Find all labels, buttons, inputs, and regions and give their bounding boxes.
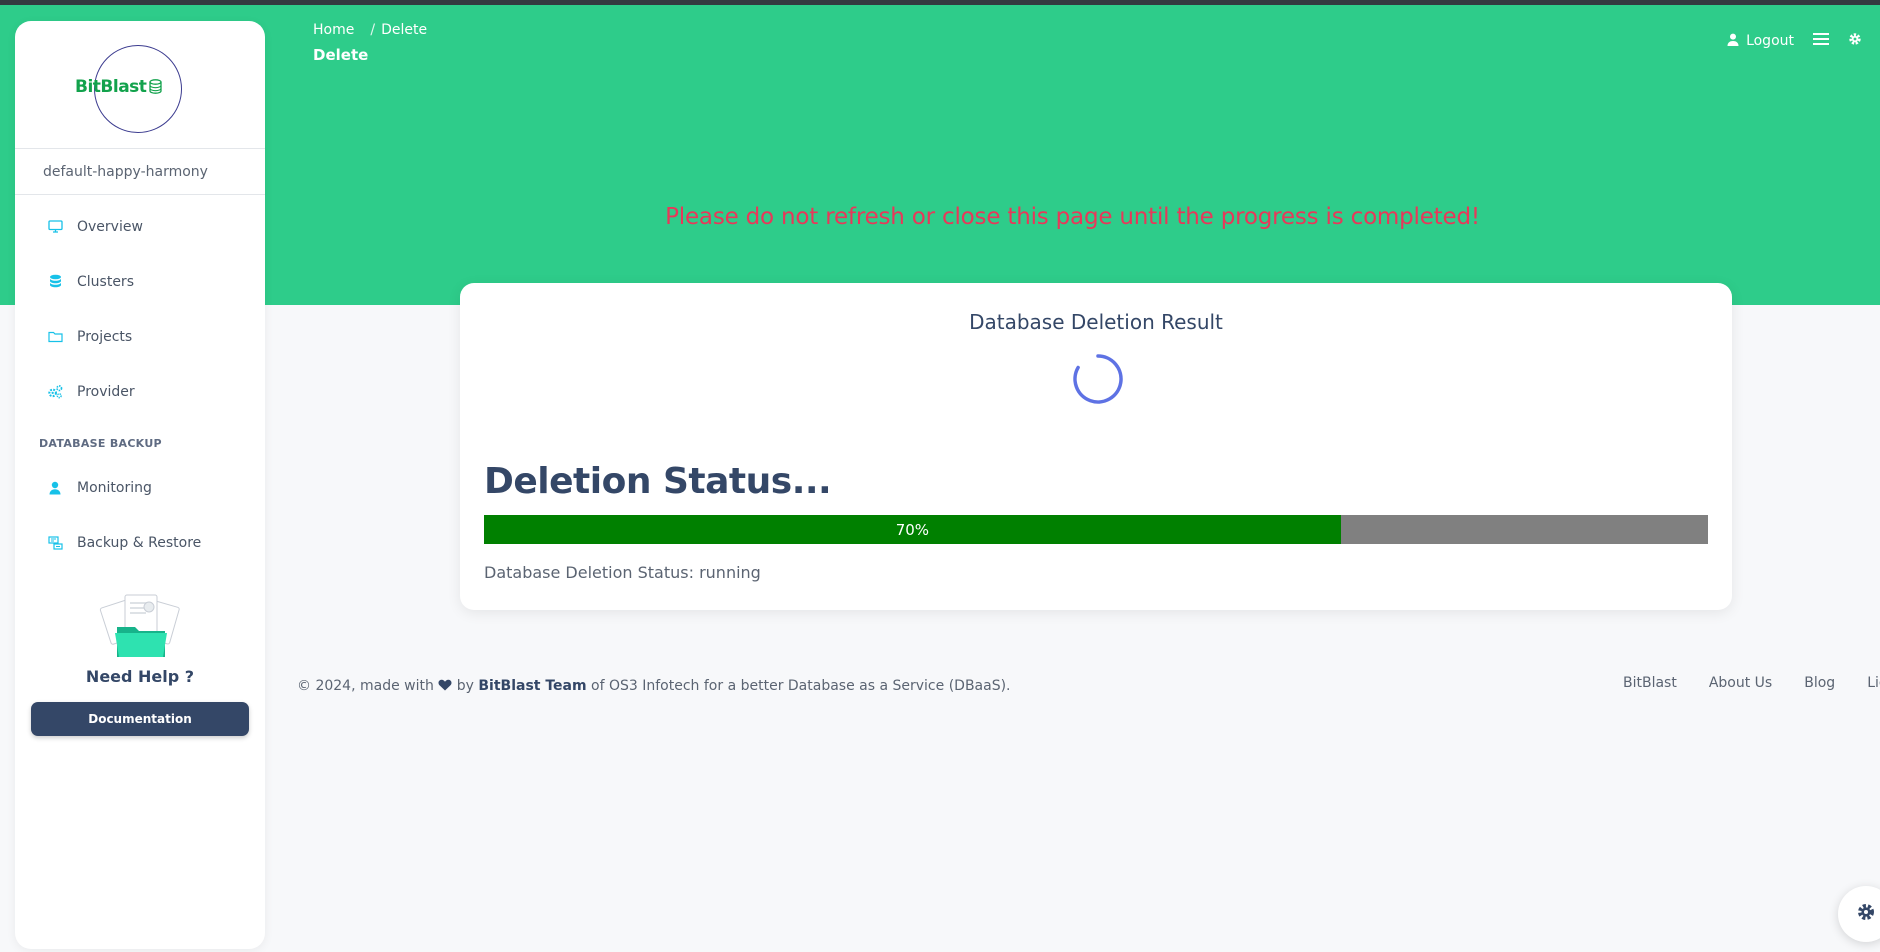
sidebar-nav: Overview Clusters Projects Provider — [15, 195, 265, 419]
progress-fill: 70% — [484, 515, 1341, 544]
backup-nav: Monitoring Backup & Restore — [15, 460, 265, 570]
page-title: Delete — [313, 46, 369, 64]
logout-link[interactable]: Logout — [1727, 33, 1794, 50]
footer-link-license[interactable]: License — [1867, 675, 1880, 691]
documentation-button[interactable]: Documentation — [31, 702, 249, 736]
sidebar-item-backup-restore[interactable]: Backup & Restore — [15, 515, 265, 570]
heart-icon — [438, 678, 452, 694]
folder-icon — [47, 329, 63, 345]
footer-link-bitblast[interactable]: BitBlast — [1623, 675, 1677, 691]
section-title-database-backup: DATABASE BACKUP — [39, 437, 162, 450]
loading-spinner — [1070, 351, 1126, 407]
database-icon — [47, 274, 63, 290]
footer-link-blog[interactable]: Blog — [1804, 675, 1835, 691]
sidebar: BitBlast default-happy-harmony Overview … — [15, 21, 265, 949]
hamburger-menu-icon[interactable] — [1812, 32, 1830, 50]
workspace-name[interactable]: default-happy-harmony — [15, 149, 265, 195]
breadcrumb: Home / Delete — [313, 22, 427, 38]
configurator-button[interactable] — [1838, 886, 1880, 942]
sidebar-item-label: Provider — [77, 383, 135, 400]
brand-logo[interactable]: BitBlast — [15, 21, 265, 149]
settings-gear-icon[interactable] — [1848, 32, 1862, 50]
sidebar-item-label: Projects — [77, 328, 133, 345]
user-icon — [1727, 33, 1739, 50]
footer-team-link[interactable]: BitBlast Team — [478, 678, 586, 694]
help-card: Need Help ? Documentation — [15, 593, 265, 736]
card-title: Database Deletion Result — [969, 310, 1223, 334]
footer-copyright: © 2024, made with by BitBlast Team of OS… — [297, 678, 1011, 694]
sidebar-item-projects[interactable]: Projects — [15, 309, 265, 364]
footer-copyright-prefix: © 2024, made with — [297, 678, 434, 694]
backup-icon — [47, 535, 63, 551]
progress-label: 70% — [895, 520, 930, 539]
warning-message: Please do not refresh or close this page… — [665, 204, 1480, 230]
footer-by: by — [456, 678, 474, 694]
deletion-status-heading: Deletion Status... — [484, 461, 832, 502]
breadcrumb-separator: / — [370, 22, 376, 38]
deletion-status-text: Database Deletion Status: running — [484, 563, 761, 582]
logout-label: Logout — [1746, 33, 1794, 49]
header-background — [0, 5, 1880, 305]
help-title: Need Help ? — [85, 667, 195, 686]
footer-links: BitBlast About Us Blog License — [1623, 675, 1880, 691]
documents-folder-illustration — [95, 593, 185, 659]
sidebar-item-label: Clusters — [77, 273, 134, 290]
gear-icon — [1856, 902, 1876, 926]
sidebar-item-clusters[interactable]: Clusters — [15, 254, 265, 309]
cogs-icon — [47, 384, 63, 400]
sidebar-item-overview[interactable]: Overview — [15, 199, 265, 254]
breadcrumb-home[interactable]: Home — [313, 22, 354, 38]
sidebar-item-monitoring[interactable]: Monitoring — [15, 460, 265, 515]
footer-link-about-us[interactable]: About Us — [1709, 675, 1772, 691]
sidebar-item-label: Monitoring — [77, 479, 152, 496]
sidebar-item-label: Overview — [77, 218, 143, 235]
footer-suffix: of OS3 Infotech for a better Database as… — [591, 678, 1011, 694]
deletion-result-card: Database Deletion Result Deletion Status… — [460, 283, 1732, 610]
sidebar-item-label: Backup & Restore — [77, 534, 202, 551]
deletion-progress-bar: 70% — [484, 515, 1708, 544]
monitor-icon — [47, 219, 63, 235]
breadcrumb-current: Delete — [381, 22, 428, 38]
database-icon — [149, 79, 163, 99]
sidebar-item-provider[interactable]: Provider — [15, 364, 265, 419]
top-border — [0, 0, 1880, 5]
brand-name: BitBlast — [75, 77, 147, 97]
user-icon — [47, 480, 63, 496]
top-navbar: Logout — [1727, 32, 1862, 50]
